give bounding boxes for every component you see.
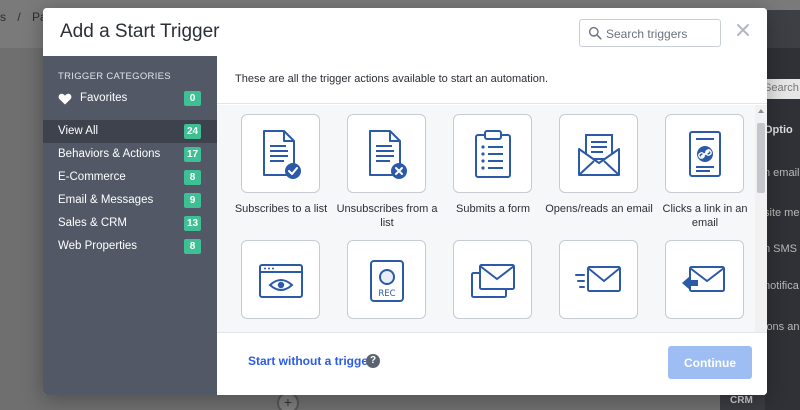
trigger-label: Subscribes to a list [234,203,328,215]
trigger-categories-sidebar: TRIGGER CATEGORIES Favorites 0 View All … [43,56,217,395]
trigger-subscribes-to-list[interactable] [241,114,320,193]
category-label: Behaviors & Actions [58,148,161,160]
background-panel-item: site me [764,207,800,219]
category-label: View All [58,125,99,137]
category-view-all[interactable]: View All 24 [43,120,217,143]
intro-text: These are all the trigger actions availa… [235,73,549,85]
svg-text:REC: REC [378,289,395,299]
open-envelope-icon [578,134,620,176]
background-panel-header [767,10,800,48]
scrollbar-thumb[interactable] [757,123,765,193]
background-panel-item: ions and [764,321,800,333]
trigger-label: Submits a form [456,203,530,215]
trigger-views-page[interactable] [241,240,320,319]
background-panel-item: n SMS [764,243,798,255]
email-link-icon [689,131,721,177]
breadcrumb-separator: / [17,10,21,24]
category-label: Favorites [80,92,128,104]
search-icon [588,26,602,40]
trigger-label: Opens/reads an email [545,203,653,215]
reply-envelope-icon [682,266,725,292]
trigger-grid-scrollbar[interactable] [755,105,767,332]
trigger-shares-email[interactable] [453,240,532,319]
category-count-badge: 24 [184,124,201,139]
search-triggers-input[interactable] [606,24,716,43]
category-e-commerce[interactable]: E-Commerce 8 [43,166,217,189]
send-envelope-icon [575,266,621,292]
category-count-badge: 0 [184,91,201,106]
breadcrumb-part: s [0,10,6,24]
continue-button[interactable]: Continue [668,346,752,379]
background-panel-item: notifica [764,280,799,292]
trigger-forwards-email[interactable] [559,240,638,319]
document-check-icon [263,130,301,179]
trigger-grid: Subscribes to a list Unsubscribes from a… [217,105,767,332]
rec-device-icon: REC [370,260,404,302]
modal-title: Add a Start Trigger [60,21,220,42]
heart-icon [58,93,72,105]
category-web-properties[interactable]: Web Properties 8 [43,235,217,258]
category-count-badge: 8 [184,170,201,185]
sidebar-heading: TRIGGER CATEGORIES [58,71,171,82]
category-label: E-Commerce [58,171,126,183]
category-label: Email & Messages [58,194,154,206]
trigger-event-recorded[interactable]: REC [347,240,426,319]
trigger-submits-form[interactable] [453,114,532,193]
start-trigger-modal: Add a Start Trigger TRIGGER CATEGORIES F… [43,8,767,395]
scroll-up-arrow-icon[interactable] [758,109,764,113]
category-count-badge: 9 [184,193,201,208]
category-label: Sales & CRM [58,217,128,229]
trigger-label: Clicks a link in an email [662,203,748,229]
help-icon[interactable]: ? [366,354,380,368]
category-sales-crm[interactable]: Sales & CRM 13 [43,212,217,235]
category-email-messages[interactable]: Email & Messages 9 [43,189,217,212]
trigger-unsubscribes-from-list[interactable] [347,114,426,193]
background-panel-item: n email [764,167,800,179]
intro-bar: These are all the trigger actions availa… [217,56,767,104]
start-without-trigger-link[interactable]: Start without a trigger [248,354,373,368]
category-count-badge: 13 [184,216,201,231]
clipboard-form-icon [475,130,511,178]
browser-eye-icon [259,264,303,298]
trigger-label: Unsubscribes from a list [336,203,438,229]
category-count-badge: 17 [184,147,201,162]
modal-header: Add a Start Trigger [43,8,767,56]
modal-footer: Start without a trigger ? Continue [217,332,767,395]
trigger-opens-reads-email[interactable] [559,114,638,193]
category-count-badge: 8 [184,239,201,254]
document-x-icon [369,130,407,179]
category-label: Web Properties [58,240,138,252]
search-box[interactable] [579,19,721,47]
category-favorites[interactable]: Favorites 0 [43,87,217,110]
trigger-clicks-link-in-email[interactable] [665,114,744,193]
trigger-replies-to-email[interactable] [665,240,744,319]
category-behaviors-actions[interactable]: Behaviors & Actions 17 [43,143,217,166]
multiple-envelopes-icon [471,264,515,298]
background-panel-item: Optio [764,124,793,136]
close-icon[interactable] [735,22,751,38]
trigger-content: These are all the trigger actions availa… [217,56,767,395]
